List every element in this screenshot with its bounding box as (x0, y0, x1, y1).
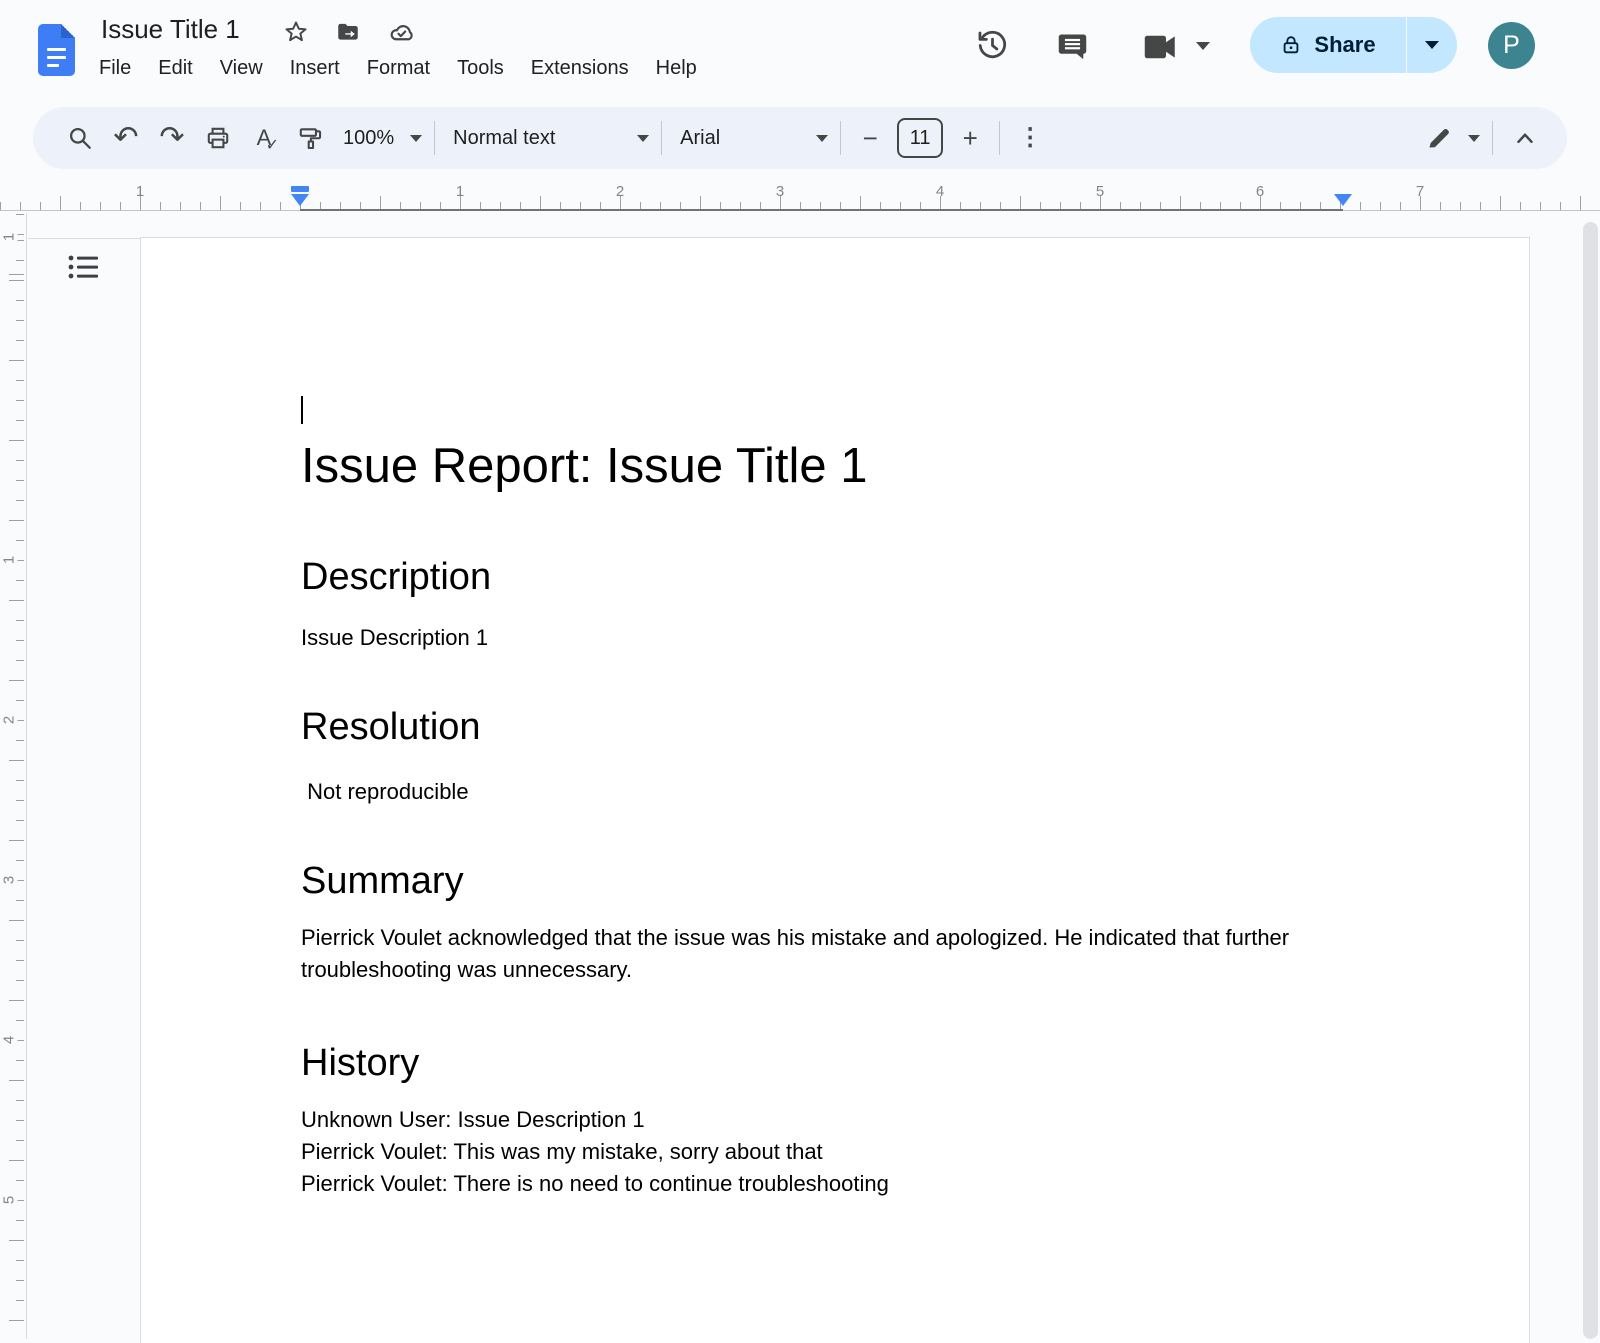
hide-menus-chevron-up-icon[interactable] (1505, 115, 1545, 161)
menu-file[interactable]: File (99, 57, 131, 80)
doc-title-heading[interactable]: Issue Report: Issue Title 1 (301, 434, 1369, 498)
font-family-caret-icon (816, 135, 828, 142)
move-folder-icon[interactable] (335, 19, 361, 45)
ruler-number: 1 (456, 183, 464, 200)
paragraph[interactable]: Not reproducible (301, 776, 1369, 808)
ruler-number: 3 (1, 872, 18, 888)
paragraph-style-caret-icon (637, 135, 649, 142)
decrease-font-size-button[interactable]: − (853, 115, 887, 161)
app-header: Issue Title 1 File Edit View Insert Form… (0, 0, 1600, 100)
ruler-number: 7 (1416, 183, 1424, 200)
font-size-input[interactable]: 11 (897, 118, 943, 158)
undo-icon[interactable]: ↶ (103, 115, 149, 161)
section-heading-description[interactable]: Description (301, 552, 1369, 602)
share-button[interactable]: Share (1250, 17, 1457, 73)
right-indent-marker[interactable] (1334, 194, 1352, 206)
left-indent-marker[interactable] (291, 194, 309, 206)
paragraph[interactable]: Unknown User: Issue Description 1 (301, 1104, 1369, 1136)
toolbar-divider (999, 121, 1000, 155)
comments-icon[interactable] (1056, 29, 1089, 62)
meet-dropdown-caret-icon[interactable] (1196, 42, 1210, 50)
toolbar-divider (434, 121, 435, 155)
ruler-margin-span (300, 209, 1343, 211)
redo-icon[interactable]: ↷ (149, 115, 195, 161)
toolbar-divider (661, 121, 662, 155)
zoom-value: 100% (343, 127, 394, 150)
section-heading-history[interactable]: History (301, 1038, 1369, 1088)
ruler-number: 3 (776, 183, 784, 200)
paragraph[interactable]: Pierrick Voulet: There is no need to con… (301, 1168, 1369, 1200)
document-page[interactable]: Issue Report: Issue Title 1 Description … (140, 237, 1530, 1343)
zoom-select[interactable]: 100% (343, 127, 422, 150)
vertical-scrollbar-thumb[interactable] (1583, 222, 1598, 1339)
avatar-initial: P (1503, 31, 1520, 60)
ruler-number: 4 (1, 1032, 18, 1048)
toolbar: ↶ ↷ A ✓ 100% Normal text Arial (33, 107, 1567, 169)
ruler-number: 1 (136, 183, 144, 200)
ruler-number: 1 (1, 552, 18, 568)
paragraph-style-value: Normal text (453, 127, 555, 150)
show-document-outline-icon[interactable] (64, 248, 102, 286)
menu-extensions[interactable]: Extensions (531, 57, 629, 80)
ruler-number: 5 (1, 1192, 18, 1208)
more-toolbar-options-icon[interactable]: ⋮ (1012, 115, 1048, 161)
ruler-major-ticks (0, 196, 1600, 210)
increase-font-size-button[interactable]: + (953, 115, 987, 161)
empty-first-line[interactable] (301, 396, 1369, 426)
star-icon[interactable] (283, 19, 309, 45)
lock-icon (1280, 34, 1302, 56)
section-heading-resolution[interactable]: Resolution (301, 702, 1369, 752)
vertical-ruler: 1 1 2 3 4 5 (0, 213, 27, 1339)
account-avatar[interactable]: P (1488, 22, 1535, 69)
ruler-number: 6 (1256, 183, 1264, 200)
zoom-caret-icon (410, 135, 422, 142)
ruler-number: 5 (1096, 183, 1104, 200)
meet-video-icon[interactable] (1142, 32, 1180, 62)
paragraph[interactable]: Pierrick Voulet acknowledged that the is… (301, 922, 1369, 986)
paragraph[interactable]: Issue Description 1 (301, 622, 1369, 654)
font-family-select[interactable]: Arial (680, 127, 828, 150)
ruler-number: 2 (616, 183, 624, 200)
text-cursor (301, 396, 303, 424)
docs-logo-line (47, 48, 66, 51)
paragraph[interactable]: Pierrick Voulet: This was my mistake, so… (301, 1136, 1369, 1168)
search-menus-icon[interactable] (57, 115, 103, 161)
print-icon[interactable] (195, 115, 241, 161)
menu-help[interactable]: Help (656, 57, 697, 80)
pencil-icon (1426, 125, 1452, 151)
docs-logo-icon[interactable] (38, 24, 75, 76)
docs-logo-corner-cut (61, 24, 75, 38)
docs-logo-line (47, 64, 59, 67)
menu-tools[interactable]: Tools (457, 57, 504, 80)
menubar: File Edit View Insert Format Tools Exten… (99, 57, 697, 80)
ruler-number: 2 (1, 712, 18, 728)
toolbar-divider (840, 121, 841, 155)
first-line-indent-marker[interactable] (291, 186, 309, 192)
share-dropdown-caret-icon[interactable] (1407, 41, 1457, 49)
cloud-saved-icon[interactable] (388, 19, 414, 45)
font-family-value: Arial (680, 127, 720, 150)
share-button-label: Share (1314, 32, 1375, 58)
menu-view[interactable]: View (220, 57, 263, 80)
page-top-gutter-line (28, 238, 140, 239)
version-history-icon[interactable] (975, 28, 1010, 63)
menu-format[interactable]: Format (367, 57, 430, 80)
ruler-number: 4 (936, 183, 944, 200)
section-heading-summary[interactable]: Summary (301, 856, 1369, 906)
horizontal-ruler: 1 1 2 3 4 5 6 7 (0, 183, 1600, 211)
paint-format-icon[interactable] (287, 115, 333, 161)
spellcheck-icon[interactable]: A ✓ (241, 115, 287, 161)
paragraph-style-select[interactable]: Normal text (453, 127, 649, 150)
ruler-major-ticks (9, 213, 24, 1339)
document-content: Issue Report: Issue Title 1 Description … (141, 238, 1529, 1200)
document-title-input[interactable]: Issue Title 1 (101, 14, 240, 45)
menu-insert[interactable]: Insert (290, 57, 340, 80)
editing-mode-select[interactable] (1426, 125, 1480, 151)
toolbar-divider (1492, 121, 1493, 155)
menu-edit[interactable]: Edit (158, 57, 192, 80)
editing-mode-caret-icon (1468, 135, 1480, 142)
share-button-main[interactable]: Share (1250, 32, 1406, 58)
docs-logo-line (47, 56, 66, 59)
ruler-number: 1 (1, 229, 18, 245)
